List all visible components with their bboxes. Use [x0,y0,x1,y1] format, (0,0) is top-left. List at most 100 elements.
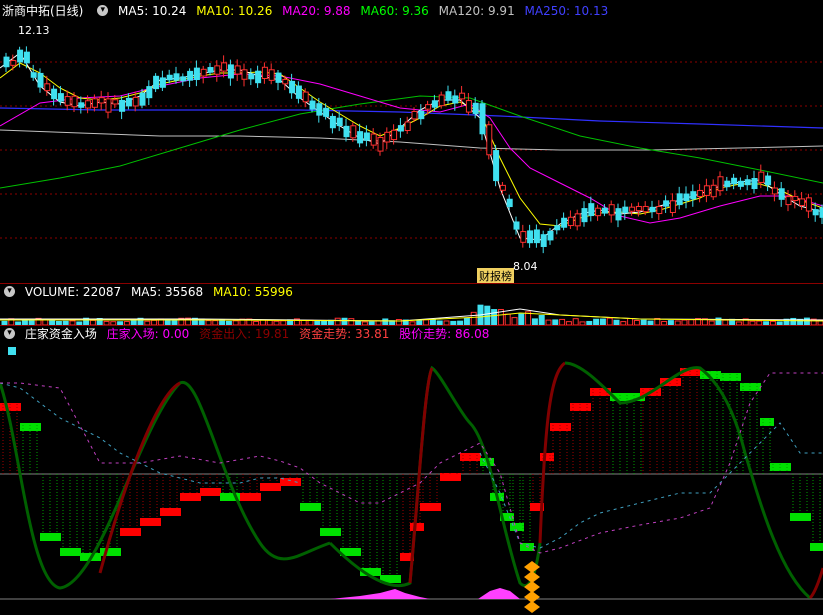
indicator-step-block [94,553,101,561]
candle-body [166,74,173,81]
indicator-collapse-icon[interactable]: ▾ [4,328,15,339]
event-tag[interactable]: 财报榜 [477,268,514,284]
candle-body [792,195,799,201]
indicator-step-block [374,568,381,576]
ma10-label: MA10: 10.26 [196,4,273,18]
candle-body [717,176,724,192]
candle-body [404,121,411,131]
high-price-label: 12.13 [18,24,50,37]
candle-body [363,132,370,141]
candle-body [418,110,425,120]
zhuangjia-pink-area-2 [478,588,520,599]
candle-body [649,206,656,213]
volume-label: VOLUME: 22087 [24,285,122,299]
candle-body [635,205,642,212]
collapse-toggle-icon[interactable]: ▾ [97,5,109,16]
fund-flow-curve-red-3 [808,567,823,600]
indicator-step-block [67,548,74,556]
zhuangjia-pink-area-1 [330,589,430,599]
indicator-step-block [817,543,823,551]
indicator-step-block [200,488,207,496]
candle-body [438,94,445,107]
candlestick-chart[interactable] [0,18,823,283]
candle-body [642,205,649,213]
indicator-step-block [550,423,557,431]
candle-body [329,115,336,129]
candle-body [10,60,17,66]
candle-body [520,231,527,243]
low-price-label: 8.04 [513,260,538,273]
candle-body [105,98,112,113]
candle-body [17,49,24,63]
indicator-step-block [460,453,467,461]
indicator-step-block [797,513,804,521]
indicator-step-block [474,453,481,461]
indicator-step-block [27,423,34,431]
candle-body [234,65,241,75]
candle-body [472,102,479,114]
indicator-title: 庄家资金入场 [24,327,97,341]
indicator-step-block [327,528,334,536]
indicator-chart[interactable] [0,343,823,615]
ma250-label: MA250: 10.13 [524,4,609,18]
volume-bar [511,317,518,325]
candle-body [98,97,105,104]
volume-collapse-icon[interactable]: ▾ [4,286,15,297]
candle-body [513,221,520,230]
volume-chart[interactable] [0,301,823,325]
indicator-step-block [214,488,221,496]
indicator-step-block [54,533,61,541]
candle-body [85,100,92,109]
indicator-panel-header: ▾ 庄家资金入场 庄家入场: 0.00 资金出入: 19.81 资金走势: 33… [0,325,495,343]
indicator-step-block [240,493,247,501]
candle-body [159,77,166,88]
candle-body [459,92,466,100]
candle-body [241,69,248,80]
indicator-step-block [220,493,227,501]
indicator-step-block [447,473,454,481]
indicator-step-block [300,503,307,511]
indicator-step-block [194,493,201,501]
indicator-step-block [347,548,354,556]
volume-ma10-label: MA10: 55996 [213,285,293,299]
candle-body [64,96,71,106]
indicator-step-block [207,488,214,496]
candle-body [282,78,289,85]
candle-body [357,131,364,144]
indicator-step-block [440,473,447,481]
candle-body [533,229,540,244]
indicator-step-block [254,493,261,501]
candle-body [554,225,561,231]
candle-body [595,207,602,217]
indicator-zijin-churu-label: 资金出入: 19.81 [199,327,290,341]
indicator-step-block [804,513,811,521]
ma120-line [0,129,823,151]
indicator-step-block [20,423,27,431]
volume-bar [606,317,613,325]
candle-body [799,198,806,207]
candle-body [377,136,384,152]
volume-bar [341,317,348,325]
indicator-step-block [60,548,67,556]
candle-body [622,206,629,213]
indicator-step-block [427,503,434,511]
candle-body [567,216,574,227]
candle-body [248,73,255,80]
candle-body [751,178,758,190]
candle-body [411,110,418,120]
candle-body [527,230,534,244]
candle-body [3,56,10,68]
candle-body [703,185,710,196]
candle-body [574,213,581,227]
candle-body [397,125,404,132]
indicator-step-block [127,528,134,536]
candle-body [227,64,234,79]
indicator-step-block [624,393,631,401]
candle-body [465,100,472,113]
candle-body [486,124,493,156]
candle-body [785,196,792,206]
candle-body [153,75,160,90]
indicator-step-block [40,533,47,541]
candle-body [676,193,683,206]
candle-body [758,171,765,183]
